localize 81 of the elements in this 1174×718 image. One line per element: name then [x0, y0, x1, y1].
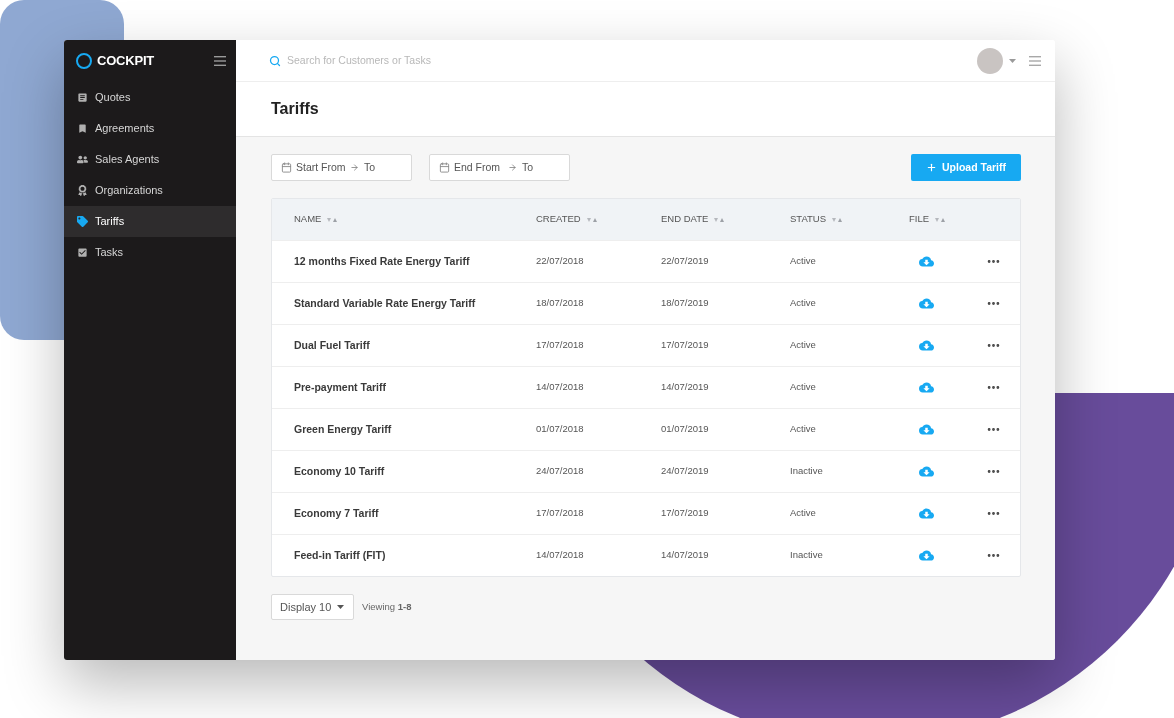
download-icon[interactable] [919, 380, 934, 395]
download-icon[interactable] [919, 506, 934, 521]
date-to-input[interactable]: To [522, 159, 548, 176]
created-date: 18/07/2018 [536, 296, 585, 311]
created-date: 24/07/2018 [536, 464, 585, 479]
page-title: Tariffs [271, 99, 319, 119]
tariff-name: Standard Variable Rate Energy Tariff [294, 295, 477, 311]
tariff-name: Economy 10 Tariff [294, 463, 386, 479]
created-date: 01/07/2018 [536, 422, 585, 437]
calendar-icon [439, 162, 450, 173]
search-input[interactable]: Search for Customers or Tasks [287, 52, 527, 69]
sidebar-item[interactable]: Organizations [64, 175, 236, 206]
end-date: 22/07/2019 [661, 254, 710, 269]
menu-icon[interactable] [214, 56, 226, 66]
column-header[interactable]: FILE [909, 212, 946, 227]
end-date: 17/07/2019 [661, 338, 710, 353]
created-date: 22/07/2018 [536, 254, 585, 269]
tariff-name: Economy 7 Tariff [294, 505, 380, 521]
bookmark-icon [77, 123, 88, 134]
caret-icon[interactable] [337, 605, 344, 609]
status-text: Active [790, 296, 817, 311]
arrow-icon [508, 163, 517, 172]
column-header[interactable]: NAME [294, 212, 338, 227]
sidebar-item[interactable]: Tasks [64, 237, 236, 268]
status-text: Active [790, 422, 817, 437]
end-date: 14/07/2019 [661, 548, 710, 563]
sort-icon[interactable] [935, 217, 946, 222]
status-text: Active [790, 380, 817, 395]
download-icon[interactable] [919, 548, 934, 563]
status-text: Inactive [790, 464, 824, 479]
status-text: Active [790, 338, 817, 353]
viewing-range: Viewing 1-8 [362, 599, 412, 614]
status-text: Inactive [790, 548, 824, 563]
column-header[interactable]: END DATE [661, 212, 725, 227]
tag-icon [77, 216, 88, 227]
status-text: Active [790, 506, 817, 521]
created-date: 17/07/2018 [536, 338, 585, 353]
document-icon [77, 92, 88, 103]
sidebar-item[interactable]: Agreements [64, 113, 236, 144]
plus-icon [926, 162, 937, 173]
date-to-input[interactable]: To [364, 159, 390, 176]
end-date: 01/07/2019 [661, 422, 710, 437]
search-icon [269, 54, 281, 67]
column-header[interactable]: CREATED [536, 212, 597, 227]
sort-icon[interactable] [327, 217, 338, 222]
calendar-icon [281, 162, 292, 173]
tariff-name: Dual Fuel Tariff [294, 337, 371, 353]
download-icon[interactable] [919, 464, 934, 479]
page-size-select[interactable]: Display 10 [271, 594, 354, 620]
date-from-input[interactable]: Start From [296, 159, 350, 176]
created-date: 14/07/2018 [536, 380, 585, 395]
arrow-icon [350, 163, 359, 172]
created-date: 14/07/2018 [536, 548, 585, 563]
sort-icon[interactable] [586, 217, 597, 222]
avatar-icon[interactable] [977, 47, 1003, 74]
tariff-name: 12 months Fixed Rate Energy Tariff [294, 253, 471, 269]
download-icon[interactable] [919, 338, 934, 353]
created-date: 17/07/2018 [536, 506, 585, 521]
tariff-name: Feed-in Tariff (FIT) [294, 547, 387, 563]
sort-icon[interactable] [714, 217, 725, 222]
sort-icon[interactable] [832, 217, 843, 222]
people-icon [77, 154, 88, 165]
sidebar-item[interactable]: Quotes [64, 82, 236, 113]
sidebar-item[interactable]: Tariffs [64, 206, 236, 237]
status-text: Active [790, 254, 817, 269]
download-icon[interactable] [919, 296, 934, 311]
tariff-name: Green Energy Tariff [294, 421, 393, 437]
logo-text: COCKPIT [97, 52, 155, 71]
end-date: 18/07/2019 [661, 296, 710, 311]
tariff-name: Pre-payment Tariff [294, 379, 387, 395]
download-icon[interactable] [919, 422, 934, 437]
sidebar-item[interactable]: Sales Agents [64, 144, 236, 175]
logo-ring-icon [76, 53, 92, 69]
end-date: 14/07/2019 [661, 380, 710, 395]
award-icon [77, 185, 88, 196]
column-header[interactable]: STATUS [790, 212, 843, 227]
date-from-input[interactable]: End From [454, 159, 508, 176]
end-date: 24/07/2019 [661, 464, 710, 479]
checkbox-icon [77, 247, 88, 258]
end-date: 17/07/2019 [661, 506, 710, 521]
download-icon[interactable] [919, 254, 934, 269]
